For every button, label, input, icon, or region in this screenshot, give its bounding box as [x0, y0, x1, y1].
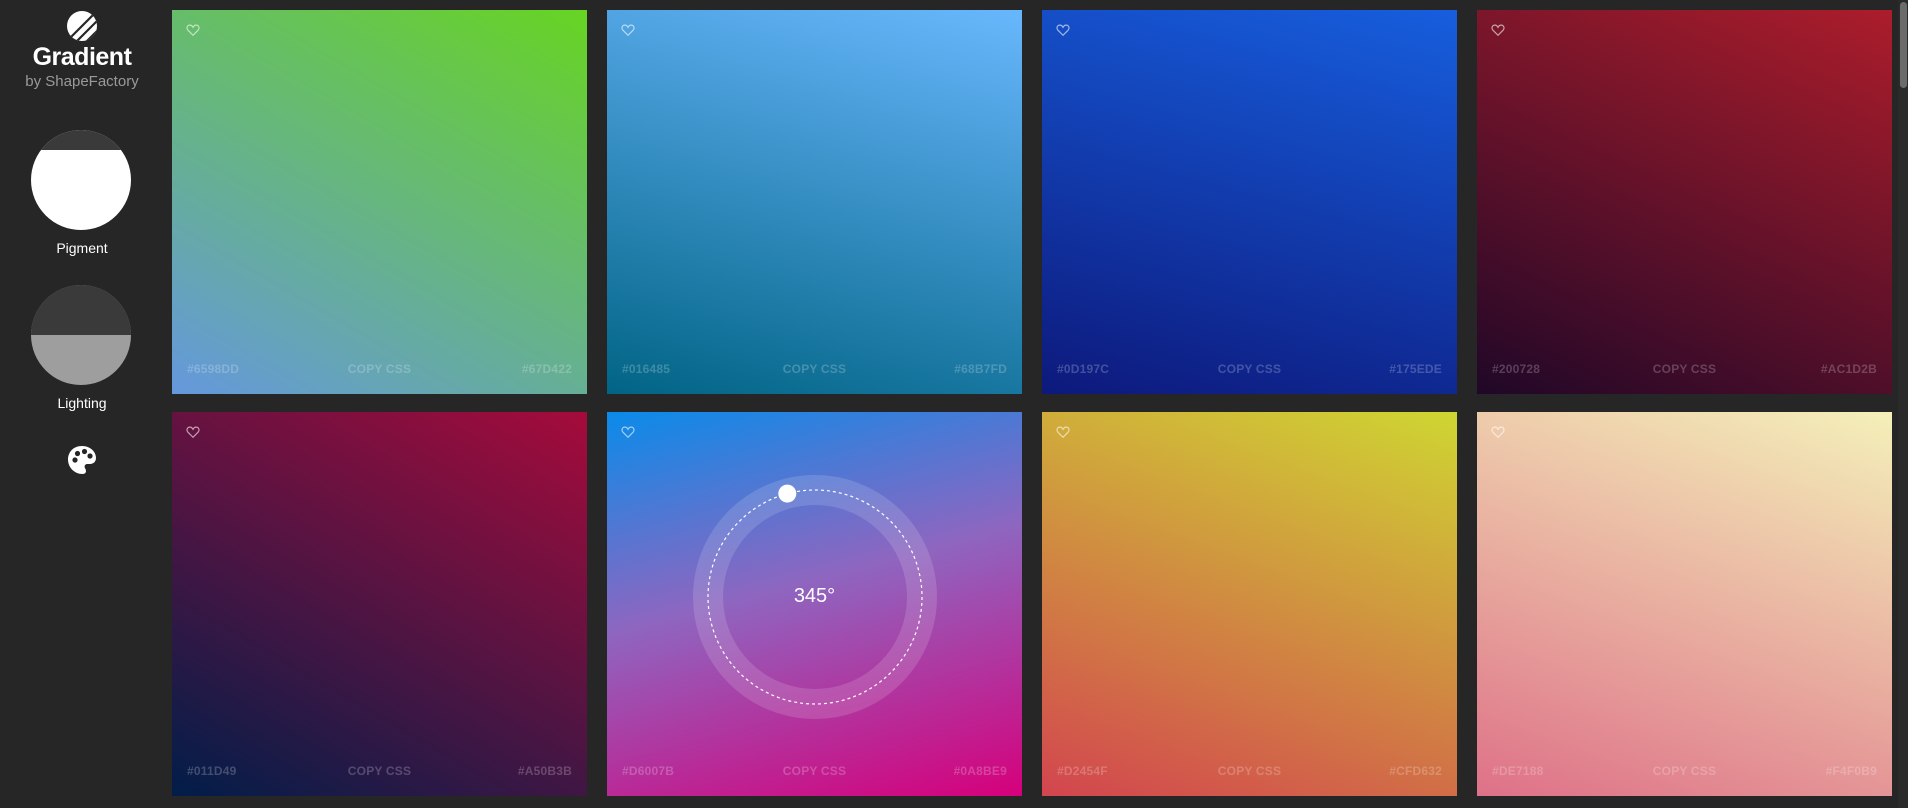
- gradient-card[interactable]: #200728 COPY CSS #AC1D2B: [1477, 10, 1892, 394]
- heart-icon[interactable]: [186, 23, 200, 37]
- lighting-disc-icon: [31, 285, 131, 385]
- card-footer: #011D49 COPY CSS #A50B3B: [172, 764, 587, 780]
- end-color-code: #67D422: [521, 362, 572, 376]
- end-color-code: #F4F0B9: [1825, 764, 1877, 778]
- card-footer: #D6007B COPY CSS #0A8BE9: [607, 764, 1022, 780]
- heart-icon[interactable]: [1056, 23, 1070, 37]
- card-footer: #6598DD COPY CSS #67D422: [172, 362, 587, 378]
- gradient-card[interactable]: #DE7188 COPY CSS #F4F0B9: [1477, 412, 1892, 796]
- card-footer: #DE7188 COPY CSS #F4F0B9: [1477, 764, 1892, 780]
- palette-icon[interactable]: [66, 444, 98, 476]
- sidebar: Gradient by ShapeFactory Pigment Lightin…: [0, 0, 164, 808]
- gradient-card[interactable]: #D2454F COPY CSS #CFD632: [1042, 412, 1457, 796]
- brand-title: Gradient: [32, 43, 132, 71]
- end-color-code: #0A8BE9: [953, 764, 1007, 778]
- brand-subtitle: by ShapeFactory: [25, 73, 139, 90]
- pigment-disc-icon: [31, 130, 131, 230]
- card-footer: #D2454F COPY CSS #CFD632: [1042, 764, 1457, 780]
- gradient-card[interactable]: #011D49 COPY CSS #A50B3B: [172, 412, 587, 796]
- heart-icon[interactable]: [186, 425, 200, 439]
- heart-icon[interactable]: [621, 425, 635, 439]
- gradient-card[interactable]: 345° #D6007B COPY CSS #0A8BE9: [607, 412, 1022, 796]
- end-color-code: #175EDE: [1389, 362, 1442, 376]
- gradient-card[interactable]: #016485 COPY CSS #68B7FD: [607, 10, 1022, 394]
- gradient-card[interactable]: #0D197C COPY CSS #175EDE: [1042, 10, 1457, 394]
- heart-icon[interactable]: [621, 23, 635, 37]
- heart-icon[interactable]: [1491, 23, 1505, 37]
- mode-label: Lighting: [57, 395, 107, 411]
- angle-value: 345°: [793, 585, 836, 607]
- end-color-code: #AC1D2B: [1820, 362, 1877, 376]
- logo-stripes-icon[interactable]: [66, 10, 98, 42]
- heart-icon[interactable]: [1491, 425, 1505, 439]
- scrollbar-thumb[interactable]: [1900, 2, 1907, 88]
- dial-handle[interactable]: [778, 484, 797, 503]
- end-color-code: #A50B3B: [517, 764, 572, 778]
- page-scrollbar[interactable]: [1898, 0, 1908, 808]
- mode-pigment-button[interactable]: Pigment: [31, 130, 133, 256]
- mode-label: Pigment: [56, 240, 108, 256]
- heart-icon[interactable]: [1056, 425, 1070, 439]
- card-footer: #016485 COPY CSS #68B7FD: [607, 362, 1022, 378]
- end-color-code: #CFD632: [1389, 764, 1442, 778]
- card-footer: #0D197C COPY CSS #175EDE: [1042, 362, 1457, 378]
- end-color-code: #68B7FD: [954, 362, 1007, 376]
- card-footer: #200728 COPY CSS #AC1D2B: [1477, 362, 1892, 378]
- gradient-card[interactable]: #6598DD COPY CSS #67D422: [172, 10, 587, 394]
- mode-lighting-button[interactable]: Lighting: [31, 285, 133, 411]
